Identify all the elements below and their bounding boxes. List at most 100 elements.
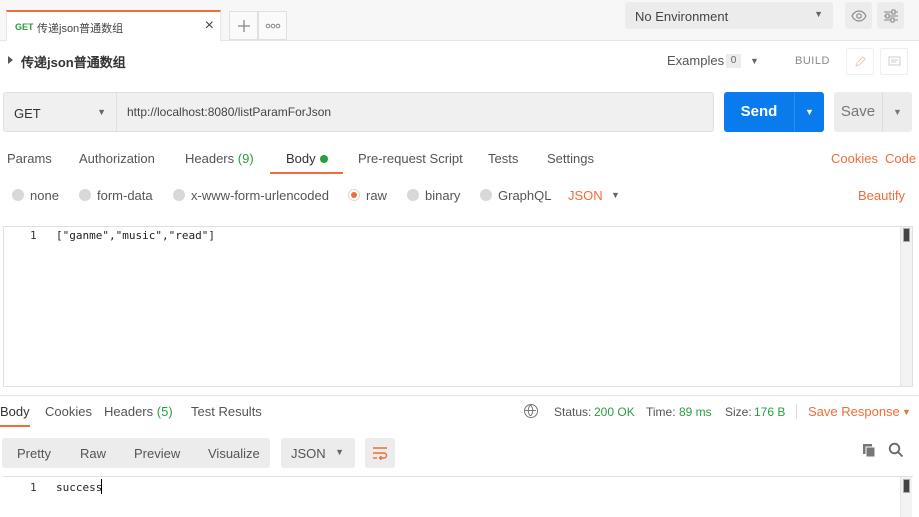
radio-graphql[interactable]	[480, 189, 492, 201]
radio-form-data[interactable]	[79, 189, 91, 201]
plus-icon	[237, 20, 250, 32]
request-body-code[interactable]: ["ganme","music","read"]	[56, 229, 215, 242]
tab-authorization[interactable]: Authorization	[79, 151, 155, 166]
pencil-icon	[855, 56, 866, 67]
tab-headers-label: Headers	[185, 151, 235, 166]
wrap-lines-button[interactable]	[365, 438, 395, 468]
comment-icon	[888, 56, 900, 66]
code-link[interactable]: Code	[885, 151, 916, 166]
request-body-editor[interactable]	[3, 226, 913, 387]
response-format-select[interactable]: JSON ▼	[281, 438, 355, 468]
status-value[interactable]: 200 OK	[594, 405, 635, 419]
tab-params[interactable]: Params	[7, 151, 52, 166]
examples-count-badge: 0	[726, 54, 741, 68]
chevron-down-icon: ▼	[97, 107, 106, 117]
response-tab-headers-label: Headers	[104, 404, 154, 419]
more-icon	[265, 23, 280, 29]
save-button[interactable]: Save	[834, 92, 882, 132]
radio-raw[interactable]	[348, 189, 360, 201]
environment-label: No Environment	[635, 9, 729, 24]
environment-select[interactable]: No Environment ▼	[625, 2, 833, 29]
chevron-down-icon[interactable]: ▼	[902, 407, 911, 417]
view-pretty[interactable]: Pretty	[17, 446, 51, 461]
response-scrollbar-thumb[interactable]	[903, 479, 910, 493]
request-tab-name: 传递json普通数组	[37, 23, 124, 35]
response-tab-test-results[interactable]: Test Results	[191, 404, 262, 419]
chevron-down-icon[interactable]: ▼	[611, 190, 620, 200]
examples-label[interactable]: Examples	[667, 53, 724, 68]
wrap-lines-icon	[373, 447, 388, 460]
globe-icon[interactable]	[524, 404, 538, 418]
radio-graphql-label[interactable]: GraphQL	[498, 188, 551, 203]
body-indicator-dot	[320, 155, 328, 163]
view-preview[interactable]: Preview	[134, 446, 180, 461]
manage-environments-button[interactable]	[877, 2, 904, 29]
status-label: Status:	[554, 405, 592, 419]
radio-none-label[interactable]: none	[30, 188, 59, 203]
radio-none[interactable]	[12, 189, 24, 201]
search-button[interactable]	[888, 442, 906, 460]
response-format-value: JSON	[291, 446, 326, 461]
size-value[interactable]: 176 B	[754, 405, 785, 419]
chevron-down-icon: ▼	[335, 447, 344, 457]
method-select[interactable]: GET ▼	[3, 92, 117, 132]
radio-x-www-form-urlencoded-label[interactable]: x-www-form-urlencoded	[191, 188, 329, 203]
save-response-button[interactable]: Save Response	[808, 404, 900, 419]
method-value: GET	[14, 106, 41, 121]
eye-icon	[850, 10, 867, 22]
radio-form-data-label[interactable]: form-data	[97, 188, 153, 203]
body-format-select[interactable]: JSON	[568, 188, 603, 203]
editor-scrollbar[interactable]	[900, 227, 912, 386]
radio-binary[interactable]	[407, 189, 419, 201]
collapse-caret-icon[interactable]	[8, 56, 13, 64]
view-raw[interactable]: Raw	[80, 446, 106, 461]
request-title: 传递json普通数组	[21, 55, 126, 70]
comments-button[interactable]	[880, 48, 908, 75]
text-cursor	[101, 479, 102, 494]
request-tab-method: GET	[15, 22, 34, 32]
build-label[interactable]: BUILD	[795, 55, 830, 67]
beautify-link[interactable]: Beautify	[858, 188, 905, 203]
view-visualize[interactable]: Visualize	[208, 446, 260, 461]
response-tab-cookies[interactable]: Cookies	[45, 404, 92, 419]
edit-button[interactable]	[846, 48, 874, 75]
response-tab-headers[interactable]: Headers (5)	[104, 404, 173, 419]
sliders-icon	[883, 9, 898, 23]
response-body-code[interactable]: success	[56, 481, 102, 494]
time-label: Time:	[646, 405, 676, 419]
cookies-link[interactable]: Cookies	[831, 151, 878, 166]
response-body-editor[interactable]	[3, 476, 913, 517]
response-divider	[0, 395, 919, 396]
chevron-down-icon: ▼	[814, 9, 823, 19]
tab-headers[interactable]: Headers (9)	[185, 151, 254, 166]
divider	[796, 404, 797, 419]
tab-body[interactable]: Body	[286, 151, 316, 166]
send-button[interactable]: Send	[724, 92, 794, 132]
close-icon[interactable]: ×	[205, 17, 214, 35]
chevron-down-icon[interactable]: ▼	[750, 56, 759, 66]
copy-button[interactable]	[861, 442, 879, 460]
environment-quick-look-button[interactable]	[845, 2, 872, 29]
radio-raw-label[interactable]: raw	[366, 188, 387, 203]
more-tabs-button[interactable]	[258, 11, 287, 40]
tab-tests[interactable]: Tests	[488, 151, 518, 166]
request-tab[interactable]: GET 传递json普通数组 ×	[6, 10, 221, 41]
copy-icon	[863, 444, 876, 458]
send-options-button[interactable]: ▼	[794, 92, 824, 132]
tab-settings[interactable]: Settings	[547, 151, 594, 166]
tab-pre-request-script[interactable]: Pre-request Script	[358, 151, 463, 166]
time-value[interactable]: 89 ms	[679, 405, 712, 419]
radio-x-www-form-urlencoded[interactable]	[173, 189, 185, 201]
chevron-down-icon: ▼	[805, 107, 814, 117]
chevron-down-icon: ▼	[893, 107, 902, 117]
line-number: 1	[30, 229, 37, 242]
new-tab-button[interactable]	[229, 11, 258, 40]
response-tab-body[interactable]: Body	[0, 404, 30, 419]
response-tab-headers-count: (5)	[156, 404, 173, 419]
url-input[interactable]	[117, 92, 714, 132]
tab-headers-count: (9)	[237, 151, 254, 166]
save-options-button[interactable]: ▼	[882, 92, 912, 132]
radio-binary-label[interactable]: binary	[425, 188, 460, 203]
editor-scrollbar-thumb[interactable]	[903, 228, 910, 242]
active-tab-underline	[270, 172, 343, 174]
